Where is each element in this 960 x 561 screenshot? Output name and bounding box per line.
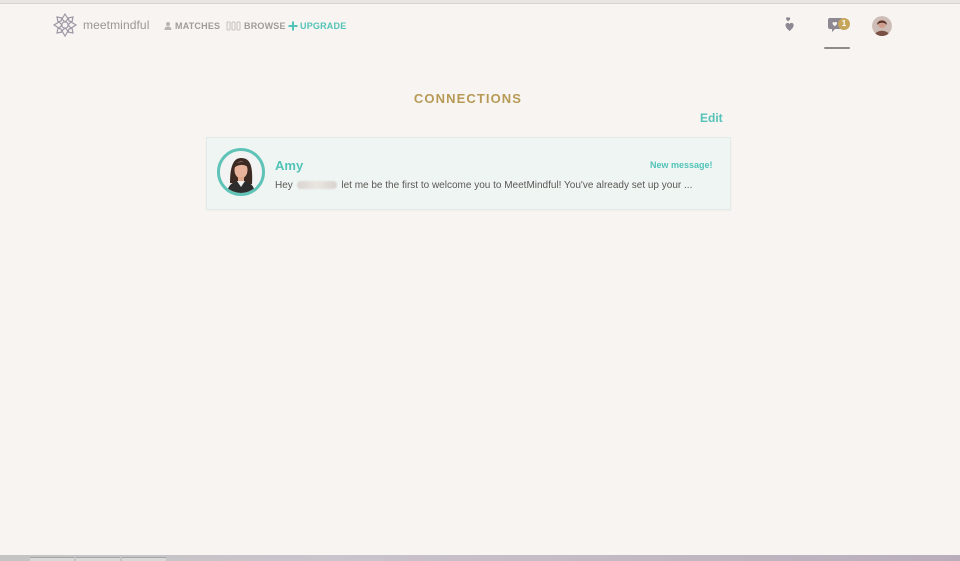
message-preview: Hey let me be the first to welcome you t… <box>275 180 725 191</box>
page-title: CONNECTIONS <box>413 90 523 106</box>
avatar-icon <box>872 16 892 36</box>
hearts-icon <box>780 17 800 39</box>
taskbar-tab[interactable] <box>76 557 120 561</box>
nav-browse-label: BROWSE <box>244 21 286 31</box>
nav-upgrade[interactable]: UPGRADE <box>288 20 346 32</box>
new-message-label: New message! <box>650 160 713 170</box>
message-count-badge: 1 <box>838 18 850 30</box>
top-navigation-bar: meetmindful MATCHES BROWSE UPGRADE 1 <box>0 4 960 49</box>
preview-prefix: Hey <box>275 180 293 191</box>
preview-suffix: let me be the first to welcome you to Me… <box>341 180 693 191</box>
meetmindful-logo-icon[interactable] <box>51 11 79 39</box>
taskbar-tab[interactable] <box>122 557 166 561</box>
taskbar-tabs <box>0 557 170 561</box>
edit-button[interactable]: Edit <box>700 111 723 125</box>
nav-matches[interactable]: MATCHES <box>163 20 220 32</box>
plus-icon <box>288 21 298 31</box>
nav-matches-label: MATCHES <box>175 21 221 31</box>
profile-avatar-button[interactable] <box>872 16 892 36</box>
nav-upgrade-label: UPGRADE <box>300 21 347 31</box>
connection-card[interactable]: Amy New message! Hey let me be the first… <box>206 137 731 210</box>
blurred-username <box>296 181 337 189</box>
avatar[interactable] <box>217 148 265 196</box>
brand-name[interactable]: meetmindful <box>83 18 149 32</box>
profile-photo-icon <box>220 151 262 193</box>
person-icon <box>163 21 173 31</box>
nav-browse[interactable]: BROWSE <box>226 20 286 32</box>
active-tab-indicator <box>824 47 850 49</box>
grid-icon <box>226 21 242 31</box>
likes-button[interactable] <box>780 15 800 35</box>
connection-name: Amy <box>275 158 304 173</box>
taskbar-tab[interactable] <box>30 557 74 561</box>
